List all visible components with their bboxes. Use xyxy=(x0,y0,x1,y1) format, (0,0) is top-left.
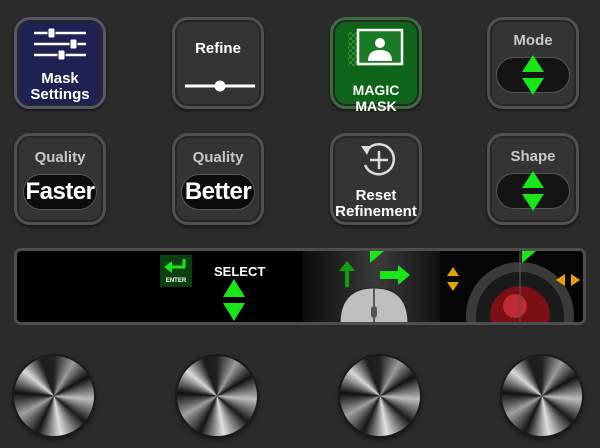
enter-key-area[interactable]: ENTER xyxy=(160,255,192,287)
mask-settings-button[interactable]: Mask Settings xyxy=(14,17,106,109)
reset-plus-icon xyxy=(361,143,396,176)
mask-settings-label-1: Mask xyxy=(41,70,79,87)
person-mask-icon xyxy=(348,28,404,66)
corner-marker-icon xyxy=(370,251,384,263)
quality-faster-button[interactable]: Quality Faster xyxy=(14,133,106,225)
encoder-knob-1[interactable] xyxy=(14,356,94,436)
quality-value: Better xyxy=(181,174,255,210)
trackball-icon xyxy=(466,251,574,322)
magic-mask-button[interactable]: MAGIC MASK xyxy=(330,17,422,114)
refine-label: Refine xyxy=(195,40,241,57)
encoder-knob-4[interactable] xyxy=(502,356,582,436)
quality-better-button[interactable]: Quality Better xyxy=(172,133,264,225)
trackball-section xyxy=(440,251,583,322)
mode-label: Mode xyxy=(513,32,553,49)
arrow-right-icon xyxy=(380,265,410,285)
encoder-knob-2[interactable] xyxy=(177,356,257,436)
updown-arrows-icon xyxy=(522,55,544,95)
enter-icon xyxy=(164,259,186,273)
slider-icon xyxy=(185,80,255,92)
quality-title: Quality xyxy=(34,149,86,166)
mouse-icon xyxy=(339,287,409,322)
quality-title: Quality xyxy=(192,149,244,166)
refine-slider-button[interactable]: Refine xyxy=(172,17,264,109)
encoder-knob-3[interactable] xyxy=(340,356,420,436)
shape-label: Shape xyxy=(510,148,556,165)
reset-label-1: Reset xyxy=(355,187,397,204)
shape-button[interactable]: Shape xyxy=(487,133,579,225)
mouse-section xyxy=(302,251,440,322)
sliders-icon xyxy=(34,27,86,61)
updown-small-orange-icon xyxy=(447,267,459,291)
updown-arrows-icon xyxy=(522,171,544,211)
quality-value: Faster xyxy=(23,174,97,210)
leftright-small-orange-icon xyxy=(556,274,580,286)
reset-refinement-button[interactable]: Reset Refinement xyxy=(330,133,422,225)
magic-mask-label: MAGIC MASK xyxy=(352,82,400,114)
mode-button[interactable]: Mode xyxy=(487,17,579,109)
mask-settings-label-2: Settings xyxy=(30,86,90,103)
updown-arrows-icon xyxy=(223,279,245,321)
enter-label: ENTER xyxy=(165,278,187,284)
reset-label-2: Refinement xyxy=(335,203,417,220)
corner-marker-icon xyxy=(522,251,536,263)
lcd-display: ENTER SELECT xyxy=(14,248,586,325)
